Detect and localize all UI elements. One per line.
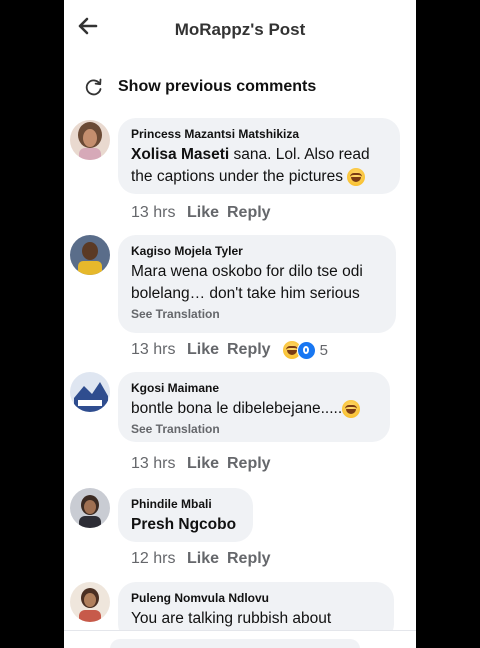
avatar[interactable] [70, 120, 110, 160]
comment-author[interactable]: Princess Mazantsi Matshikiza [131, 127, 388, 141]
comment-composer-bar [64, 630, 416, 648]
like-button[interactable]: Like [187, 341, 227, 359]
reaction-summary[interactable]: 5 [282, 340, 328, 360]
reply-button[interactable]: Reply [227, 341, 271, 359]
comment-actions: 13 hrs Like Reply [131, 453, 271, 475]
comment-text: bontle bona le dibelebejane..... [131, 398, 378, 420]
see-translation-link[interactable]: See Translation [131, 422, 378, 436]
laugh-emoji-icon [347, 167, 366, 186]
comment-author[interactable]: Phindile Mbali [131, 497, 241, 511]
comment-actions: 13 hrs Like Reply 5 [131, 339, 328, 361]
comment-body: Mara wena oskobo for dilo tse odi bolela… [131, 263, 363, 302]
refresh-icon [85, 78, 102, 96]
comment-bubble: Kgosi Maimane bontle bona le dibelebejan… [118, 372, 390, 442]
avatar[interactable] [70, 372, 110, 412]
like-button[interactable]: Like [187, 550, 227, 568]
like-button[interactable]: Like [187, 204, 227, 222]
reply-button[interactable]: Reply [227, 550, 271, 568]
reply-button[interactable]: Reply [227, 455, 271, 473]
comment-time: 13 hrs [131, 204, 176, 221]
comment-author[interactable]: Puleng Nomvula Ndlovu [131, 591, 382, 605]
wow-emoji-icon [296, 340, 316, 360]
laugh-emoji-icon [342, 399, 361, 418]
comment-bubble: Phindile Mbali Presh Ngcobo [118, 488, 253, 542]
comment-bubble: Princess Mazantsi Matshikiza Xolisa Mase… [118, 118, 400, 194]
comment-body: bontle bona le dibelebejane..... [131, 400, 343, 417]
see-translation-link[interactable]: See Translation [131, 307, 384, 321]
like-button[interactable]: Like [187, 455, 227, 473]
top-bar: MoRappz's Post [64, 0, 416, 58]
comment-bubble: Kagiso Mojela Tyler Mara wena oskobo for… [118, 235, 396, 333]
show-previous-comments-label: Show previous comments [118, 78, 317, 95]
comment-body: You are talking rubbish about [131, 610, 332, 627]
comment-body[interactable]: Presh Ngcobo [131, 514, 241, 536]
reaction-count: 5 [319, 341, 328, 359]
post-screen: MoRappz's Post Show previous comments Pr… [64, 0, 416, 648]
avatar[interactable] [70, 488, 110, 528]
reply-button[interactable]: Reply [227, 204, 271, 222]
comment-author[interactable]: Kgosi Maimane [131, 381, 378, 395]
comment-actions: 13 hrs Like Reply [131, 202, 271, 224]
comment-time: 12 hrs [131, 550, 176, 567]
comment-text: Xolisa Maseti sana. Lol. Also read the c… [131, 144, 388, 188]
comment-input[interactable] [110, 639, 360, 648]
page-title: MoRappz's Post [174, 20, 306, 39]
comment-author[interactable]: Kagiso Mojela Tyler [131, 244, 384, 258]
comment-actions: 12 hrs Like Reply [131, 548, 271, 570]
comment-time: 13 hrs [131, 341, 176, 358]
show-previous-comments-button[interactable]: Show previous comments [84, 75, 316, 99]
comment-time: 13 hrs [131, 455, 176, 472]
avatar[interactable] [70, 582, 110, 622]
avatar[interactable] [70, 235, 110, 275]
mention-link[interactable]: Xolisa Maseti [131, 146, 229, 163]
